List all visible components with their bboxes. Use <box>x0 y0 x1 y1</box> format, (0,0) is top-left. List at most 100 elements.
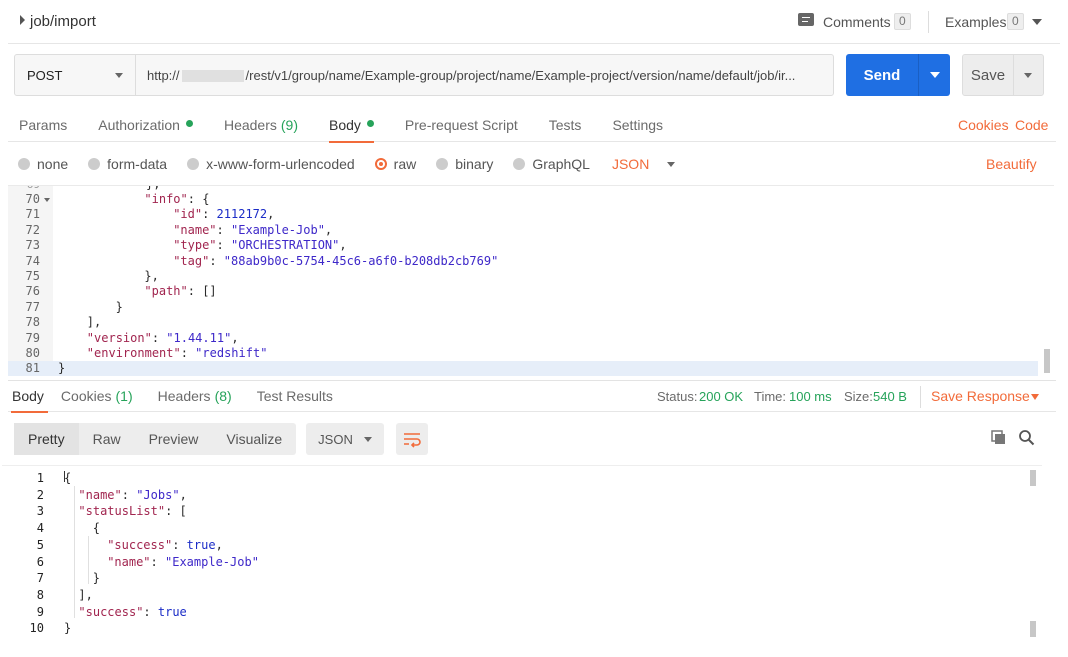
request-tabs: Params Authorization Headers (9) Body Pre… <box>8 108 1056 143</box>
view-mode-pretty[interactable]: Pretty <box>14 423 79 455</box>
line-number: 7 <box>36 571 44 586</box>
body-indicator-dot <box>366 120 374 127</box>
radio-binary[interactable]: binary <box>436 156 493 172</box>
tab-settings[interactable]: Settings <box>601 108 674 142</box>
response-format-select[interactable]: JSON <box>306 423 385 455</box>
line-number: 3 <box>36 504 44 519</box>
code-token: : <box>150 554 165 569</box>
response-tabs: Body Cookies (1) Headers (8) Test Results … <box>8 380 1056 413</box>
save-response-button[interactable]: Save Response <box>931 388 1030 404</box>
tab-authorization[interactable]: Authorization <box>87 108 204 142</box>
response-body-viewer[interactable]: 1{2 "name": "Jobs", 3 "statusList": [4{5 "su… <box>2 465 1042 657</box>
radio-none[interactable]: none <box>18 156 68 172</box>
line-number: 5 <box>36 537 44 552</box>
chevron-down-icon[interactable] <box>1032 19 1042 25</box>
response-view-toolbar: Pretty Raw Preview Visualize JSON <box>14 423 429 458</box>
line-number: 70 <box>25 192 40 206</box>
url-input[interactable]: http:// /rest/v1/group/name/Example-group… <box>136 68 833 83</box>
fold-arrow-icon[interactable] <box>44 198 50 202</box>
wrap-lines-icon <box>396 433 428 458</box>
code-token: ], <box>86 315 102 330</box>
code-line: "success": true <box>78 604 186 621</box>
code-line: ], <box>78 587 92 604</box>
time-value[interactable]: 100 ms <box>789 389 832 404</box>
line-number: 6 <box>36 554 44 569</box>
expand-caret-icon[interactable] <box>20 15 25 25</box>
save-options-chevron-icon[interactable] <box>1024 72 1032 78</box>
radio-form-data[interactable]: form-data <box>88 156 167 172</box>
method-select[interactable]: POST <box>15 55 136 95</box>
code-line: { <box>93 520 100 537</box>
code-token: "version" <box>86 330 152 345</box>
status-value[interactable]: 200 OK <box>699 389 743 404</box>
code-token: "info" <box>144 192 188 206</box>
line-number: 74 <box>25 253 40 268</box>
code-line: "tag": "88ab9b0c-5754-45c6-a6f0-b208db2c… <box>173 254 498 269</box>
code-line: ], <box>87 315 101 330</box>
response-tab-headers[interactable]: Headers (8) <box>154 380 242 412</box>
tab-params[interactable]: Params <box>8 108 78 142</box>
editor-scrollbar[interactable] <box>1044 349 1050 373</box>
editor-line: 76 "path": [] <box>8 284 1038 299</box>
response-tab-test-results[interactable]: Test Results <box>253 380 343 412</box>
comments-label[interactable]: Comments <box>823 14 891 30</box>
response-scrollbar-top[interactable] <box>1030 470 1036 486</box>
code-token: }, <box>144 269 159 283</box>
request-body-editor[interactable]: 69 }, 70"info": {71"id": 2112172,72"name… <box>8 185 1054 376</box>
raw-format-select[interactable]: JSON <box>612 156 676 172</box>
response-tab-body[interactable]: Body <box>8 380 54 413</box>
examples-label[interactable]: Examples <box>945 14 1006 30</box>
search-icon[interactable] <box>1018 429 1035 446</box>
cookies-link[interactable]: Cookies <box>958 117 1009 133</box>
url-path: /rest/v1/group/name/Example-group/projec… <box>245 67 796 83</box>
code-token: 2112172 <box>216 207 268 222</box>
code-token: true <box>157 604 187 619</box>
size-value[interactable]: 540 B <box>873 389 907 404</box>
response-line: 6 "name": "Example-Job" <box>2 554 1002 571</box>
tab-body[interactable]: Body <box>318 108 385 143</box>
line-number: 71 <box>25 207 40 222</box>
tab-pre-request-script[interactable]: Pre-request Script <box>394 108 529 142</box>
code-link[interactable]: Code <box>1015 117 1048 133</box>
time-label: Time: <box>754 389 787 404</box>
code-line: } <box>116 300 123 315</box>
line-number: 78 <box>25 315 40 330</box>
tab-headers[interactable]: Headers (9) <box>213 108 309 142</box>
response-tab-cookies[interactable]: Cookies (1) <box>57 380 143 412</box>
response-line: 10} <box>2 620 1002 637</box>
radio-x-www-form-urlencoded[interactable]: x-www-form-urlencoded <box>187 156 355 172</box>
code-line: "statusList": [ <box>78 503 186 520</box>
response-line: 4{ <box>2 520 1002 537</box>
wrap-lines-button[interactable] <box>396 423 429 458</box>
send-button[interactable]: Send <box>846 54 950 96</box>
code-token: { <box>64 471 72 485</box>
code-token: : [ <box>165 504 187 519</box>
code-line: } <box>58 361 65 376</box>
response-line: 9 "success": true <box>2 604 1002 621</box>
editor-line: 75}, <box>8 269 1038 284</box>
code-token: , <box>324 222 333 237</box>
line-number: 81 <box>25 361 40 376</box>
radio-graphql[interactable]: GraphQL <box>513 156 590 172</box>
code-token: } <box>115 299 123 314</box>
view-mode-preview[interactable]: Preview <box>135 423 213 455</box>
comments-icon[interactable] <box>798 13 814 26</box>
save-button[interactable]: Save <box>962 54 1044 96</box>
send-options-chevron-icon[interactable] <box>930 72 940 78</box>
response-scrollbar-bottom[interactable] <box>1030 621 1036 637</box>
request-title[interactable]: job/import <box>30 13 96 30</box>
code-line: "name": "Example-Job" <box>107 554 259 571</box>
radio-raw[interactable]: raw <box>374 156 416 172</box>
method-value: POST <box>27 67 63 83</box>
view-mode-raw[interactable]: Raw <box>79 423 135 455</box>
response-line: 3 "statusList": [ <box>2 503 1002 520</box>
tab-tests[interactable]: Tests <box>538 108 593 142</box>
auth-indicator-dot <box>185 120 193 127</box>
code-token: "id" <box>173 207 203 222</box>
line-number: 72 <box>25 222 40 237</box>
chevron-down-icon <box>364 436 373 442</box>
beautify-button[interactable]: Beautify <box>986 156 1037 172</box>
copy-icon[interactable] <box>991 430 1007 446</box>
chevron-down-icon[interactable] <box>1031 394 1039 400</box>
view-mode-visualize[interactable]: Visualize <box>212 423 296 455</box>
